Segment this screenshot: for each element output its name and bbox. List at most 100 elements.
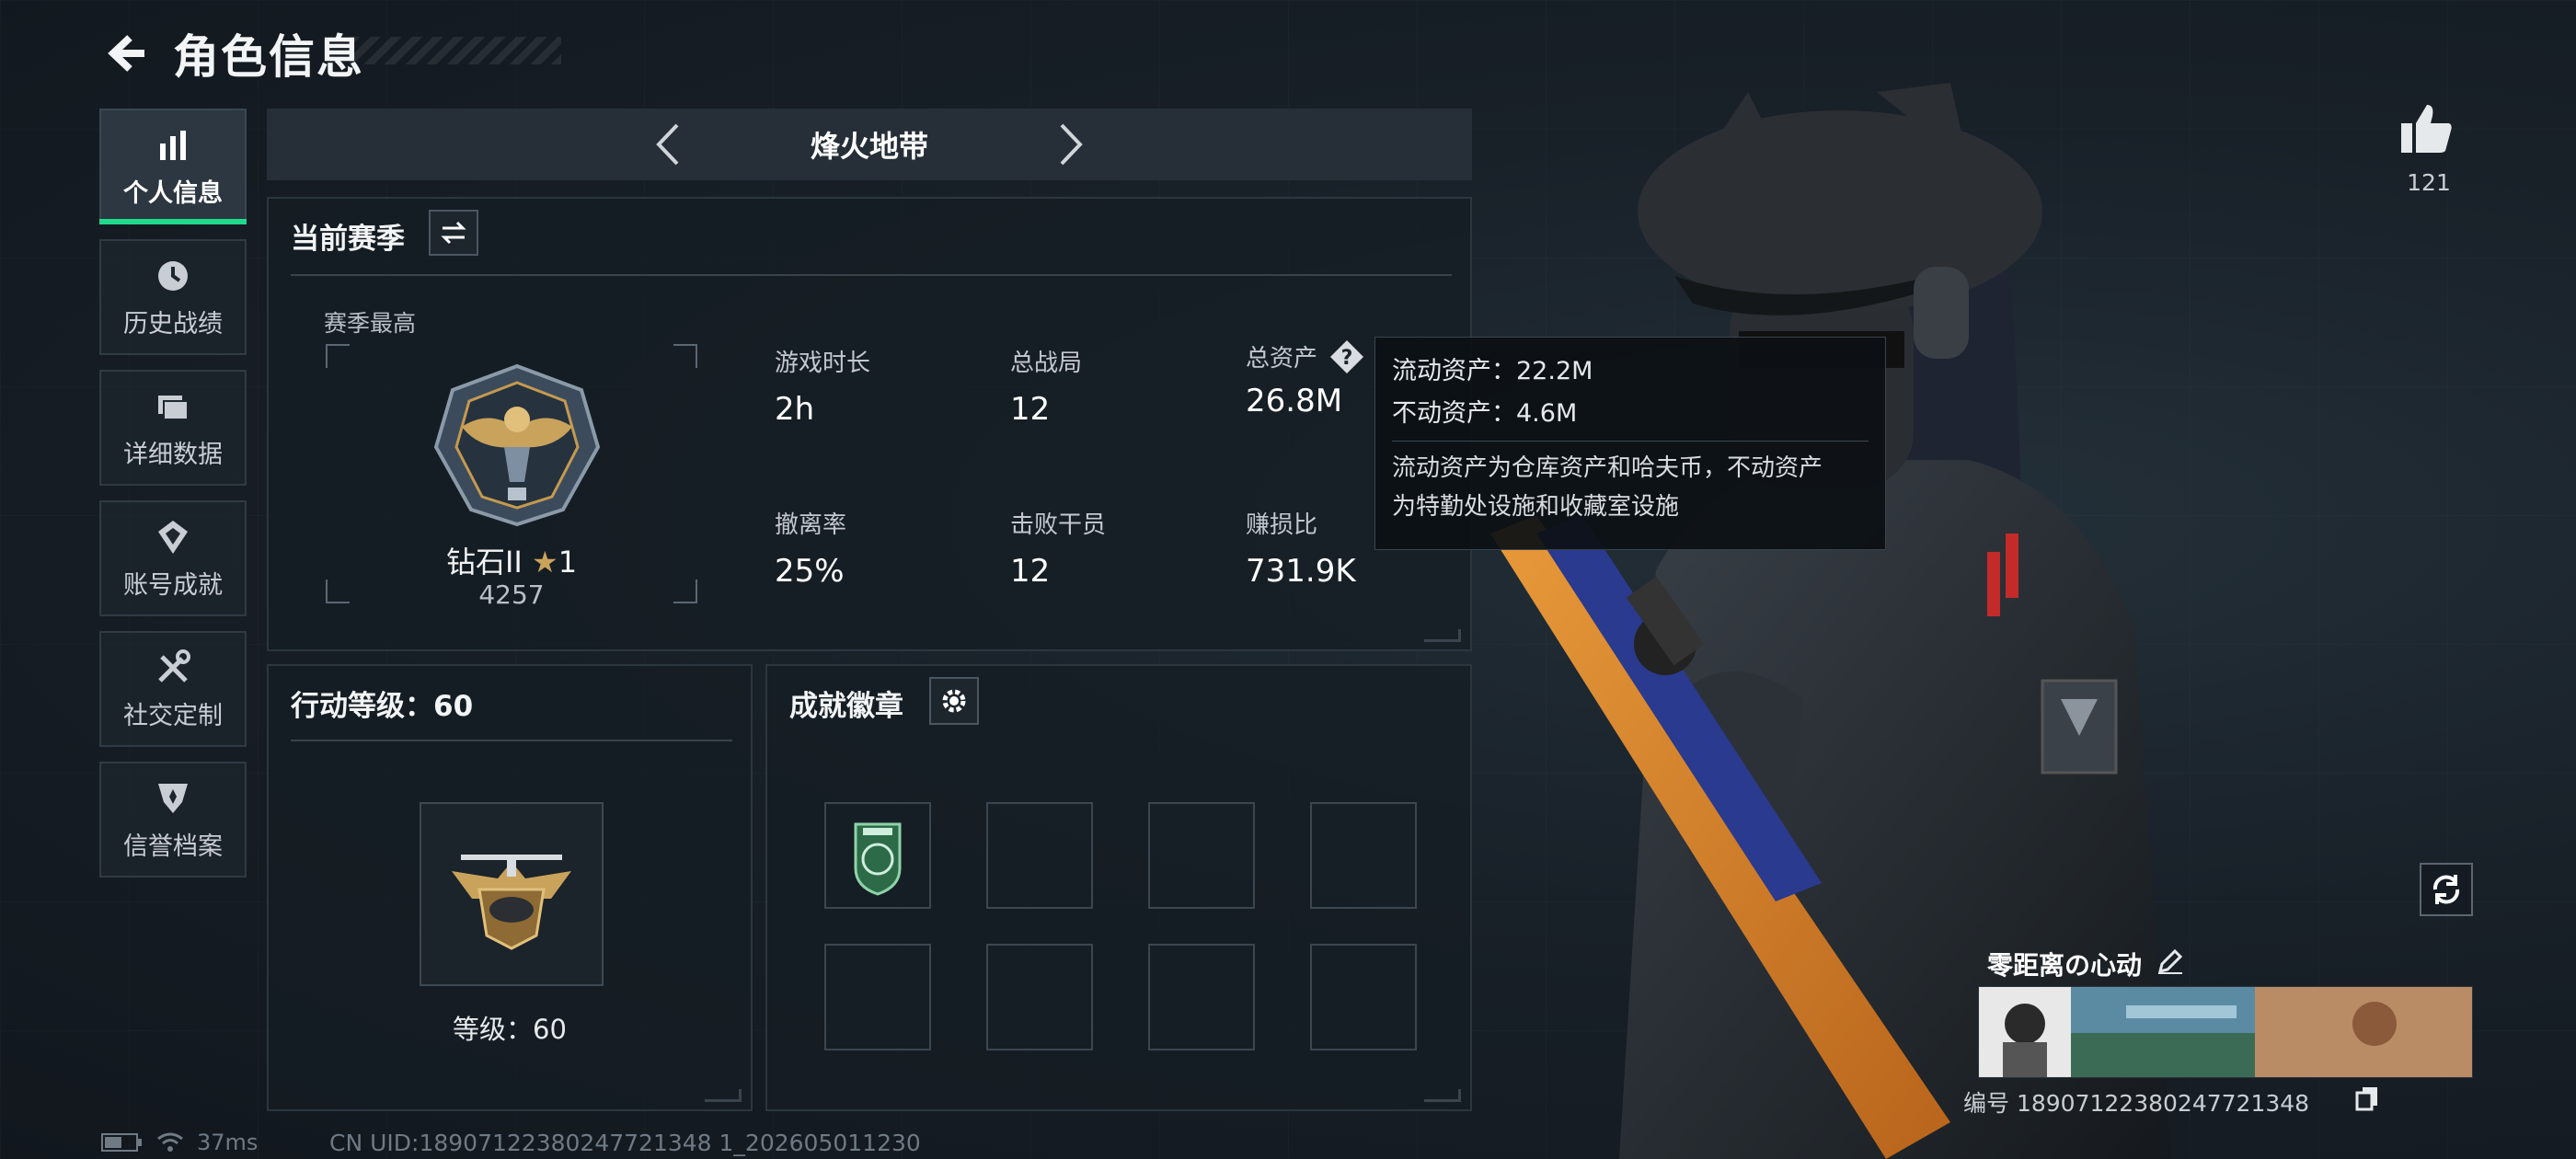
player-id: 编号 18907122380247721348	[1963, 1090, 2310, 1117]
mode-prev-button[interactable]	[644, 120, 690, 169]
assets-tooltip: 流动资产：22.2M 不动资产：4.6M 流动资产为仓库资产和哈夫币，不动资产 …	[1374, 337, 1886, 550]
star-icon: ★	[532, 545, 558, 580]
battery-icon	[101, 1133, 142, 1152]
stat-value: 12	[1010, 553, 1051, 590]
nav-label: 社交定制	[123, 701, 223, 730]
back-button[interactable]	[99, 26, 155, 81]
folder-icon	[153, 386, 193, 427]
tools-icon	[153, 648, 193, 688]
svg-text:?: ?	[1341, 347, 1353, 370]
nav-label: 个人信息	[123, 178, 223, 208]
level-panel: 行动等级：60 等级：60	[267, 664, 753, 1111]
tooltip-description-2: 为特勤处设施和收藏室设施	[1392, 493, 1680, 521]
level-title: 行动等级：60	[291, 690, 474, 723]
badge-slot[interactable]	[1148, 802, 1255, 909]
status-bar: 37ms	[101, 1130, 258, 1155]
divider	[291, 740, 732, 741]
season-panel: 当前赛季 赛季最高 钻石II ★1 4257 游戏时长 2h 总战局 12 总资…	[267, 197, 1472, 651]
player-name: 零距离の心动	[1987, 950, 2143, 981]
mode-title: 烽火地带	[810, 129, 928, 164]
title-decoration	[350, 37, 561, 64]
screen: 角色信息 个人信息 历史战绩 详细数据 账号成就 社交定制 信誉档案 烽火地带 …	[0, 0, 2576, 1159]
nav-item-personal-info[interactable]: 个人信息	[99, 109, 247, 224]
achievement-icon	[153, 517, 193, 557]
swap-icon	[441, 221, 466, 245]
rotate-view-button[interactable]	[2420, 863, 2473, 916]
nav-item-credit-record[interactable]: 信誉档案	[99, 762, 247, 878]
stat-label: 击败干员	[1010, 511, 1107, 539]
wifi-icon	[157, 1132, 183, 1152]
stat-label: 游戏时长	[775, 350, 871, 377]
badge-title: 成就徽章	[789, 690, 903, 723]
nav-item-detailed-data[interactable]: 详细数据	[99, 370, 247, 486]
season-switch-button[interactable]	[429, 210, 478, 256]
rank-tier: 钻石II	[445, 545, 523, 580]
badge-slot[interactable]	[824, 802, 931, 909]
side-nav: 个人信息 历史战绩 详细数据 账号成就 社交定制 信誉档案	[99, 109, 247, 892]
help-icon[interactable]: ?	[1328, 339, 1365, 375]
tooltip-description-1: 流动资产为仓库资产和哈夫币，不动资产	[1392, 454, 1823, 482]
stat-extract-rate: 撤离率 25%	[775, 506, 977, 590]
like-count: 121	[2407, 169, 2451, 196]
tooltip-fixed-assets: 不动资产：4.6M	[1392, 399, 1578, 428]
stat-value: 2h	[775, 391, 815, 428]
nav-label: 信誉档案	[123, 832, 223, 861]
copy-id-button[interactable]	[2355, 1085, 2381, 1113]
stat-value: 25%	[775, 553, 845, 590]
badge-slot[interactable]	[986, 802, 1093, 909]
badge-slot[interactable]	[1148, 944, 1255, 1050]
rank-score: 4257	[478, 580, 545, 610]
frame-corner	[326, 344, 350, 368]
nav-item-achievements[interactable]: 账号成就	[99, 500, 247, 616]
badge-slot[interactable]	[1310, 944, 1417, 1050]
badge-slot[interactable]	[824, 944, 931, 1050]
thumbs-up-icon	[2401, 105, 2452, 153]
chevron-left-icon	[656, 123, 679, 166]
green-shield-badge-icon	[854, 822, 902, 896]
nav-label: 账号成就	[123, 570, 223, 600]
rank-stars: 1	[558, 545, 578, 580]
back-arrow-icon	[108, 35, 144, 72]
rank-name: 钻石II ★1	[269, 539, 754, 581]
panel-corner-decoration	[705, 1089, 742, 1102]
bar-chart-icon	[153, 125, 193, 166]
nav-item-match-history[interactable]: 历史战绩	[99, 239, 247, 355]
season-best-label: 赛季最高	[324, 310, 417, 337]
badge-settings-button[interactable]	[929, 677, 979, 725]
stat-kills: 击败干员 12	[1010, 506, 1213, 590]
stat-value: 12	[1010, 391, 1051, 428]
stat-label: 总战局	[1010, 350, 1083, 377]
nav-label: 详细数据	[123, 440, 223, 469]
stat-play-time: 游戏时长 2h	[775, 344, 977, 428]
level-label: 等级：60	[453, 1014, 567, 1045]
like-button[interactable]	[2399, 103, 2458, 158]
stat-value: 731.9K	[1246, 553, 1356, 590]
name-card-image	[1979, 987, 2472, 1077]
name-card-banner[interactable]	[1978, 986, 2473, 1078]
ping-value: 37ms	[197, 1130, 259, 1155]
chevron-right-icon	[1060, 123, 1083, 166]
badge-slot[interactable]	[1310, 802, 1417, 909]
helicopter-emblem-icon	[452, 855, 571, 950]
badge-panel: 成就徽章	[765, 664, 1472, 1111]
frame-corner	[673, 344, 697, 368]
divider	[291, 274, 1452, 276]
nav-label: 历史战绩	[123, 309, 223, 339]
stat-label-text: 总资产	[1246, 345, 1318, 373]
divider	[1392, 441, 1869, 442]
clock-icon	[153, 256, 193, 296]
stat-label: 撤离率	[775, 511, 847, 539]
uid-text: CN UID:18907122380247721348 1_2026050112…	[329, 1130, 921, 1156]
tooltip-liquid-assets: 流动资产：22.2M	[1392, 357, 1593, 385]
shield-icon	[153, 778, 193, 819]
pencil-icon	[2157, 948, 2183, 974]
refresh-icon	[2432, 875, 2460, 904]
badge-slot[interactable]	[986, 944, 1093, 1050]
page-title: 角色信息	[173, 30, 364, 84]
copy-icon	[2355, 1087, 2377, 1111]
mode-selector: 烽火地带	[267, 109, 1472, 180]
mode-next-button[interactable]	[1049, 120, 1095, 169]
stat-total-matches: 总战局 12	[1010, 344, 1213, 428]
edit-name-button[interactable]	[2156, 947, 2186, 977]
nav-item-social-custom[interactable]: 社交定制	[99, 631, 247, 747]
